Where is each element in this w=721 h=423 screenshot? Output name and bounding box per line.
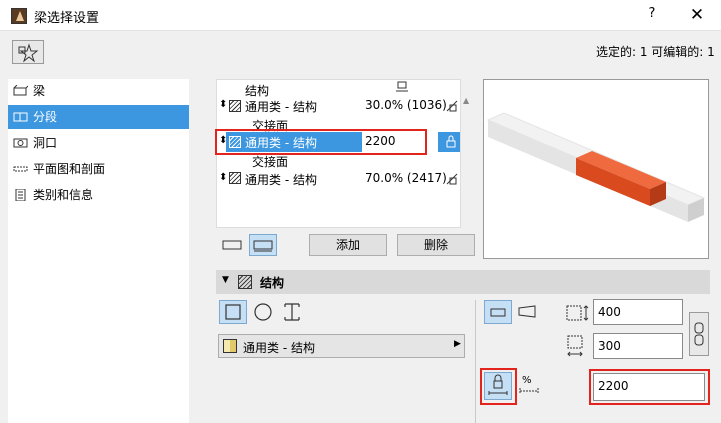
junction-label: 交接面 xyxy=(252,155,289,169)
chain-link-icon xyxy=(694,322,704,346)
sidebar-item-label: 梁 xyxy=(33,84,46,98)
floor-plan-icon xyxy=(13,166,28,172)
square-icon xyxy=(225,304,241,320)
title-bar: 梁选择设置 ? ✕ xyxy=(0,0,721,31)
view-segmented-button[interactable] xyxy=(249,234,277,256)
favorites-star-icon xyxy=(18,43,39,63)
dropdown-arrow-icon: ▶ xyxy=(454,339,461,349)
segment-value: 30.0% (1036) xyxy=(365,98,447,112)
complex-profile-button[interactable] xyxy=(279,300,305,324)
highlight-box-length-lock xyxy=(480,368,517,405)
percent-label: % xyxy=(522,375,532,386)
material-name: 通用类 - 结构 xyxy=(243,341,315,355)
beam-3d-preview-icon xyxy=(486,112,706,222)
beam-icon xyxy=(13,85,28,96)
highlight-box-length-field xyxy=(589,369,710,405)
segmented-beam-icon xyxy=(253,240,273,252)
sidebar-item-label: 洞口 xyxy=(33,136,58,150)
circular-profile-button[interactable] xyxy=(250,300,276,324)
view-uniform-button[interactable] xyxy=(219,234,245,256)
sidebar-item-classification[interactable]: 类别和信息 xyxy=(8,183,189,207)
sidebar-item-floor-plan-section[interactable]: 平面图和剖面 xyxy=(8,157,189,181)
lock-closed-icon[interactable] xyxy=(444,135,458,149)
structure-fill-icon xyxy=(229,172,241,184)
percent-mode-button[interactable]: % xyxy=(519,375,539,397)
sidebar-item-label: 平面图和剖面 xyxy=(33,162,106,176)
structure-fill-icon xyxy=(238,275,252,289)
sidebar-item-segments[interactable]: 分段 xyxy=(8,105,189,129)
column-header-structure: 结构 xyxy=(245,84,270,98)
structure-section-header[interactable]: ▼ 结构 xyxy=(216,270,710,294)
tapered-section-icon xyxy=(518,305,536,318)
highlight-box-selected-segment xyxy=(215,129,427,155)
i-beam-icon xyxy=(284,303,300,321)
move-handle-icon[interactable]: ⬍ xyxy=(219,99,227,110)
sidebar: 梁 分段 洞口 平面图和剖面 类别和信息 xyxy=(8,79,189,423)
circle-icon xyxy=(254,303,272,321)
help-button[interactable]: ? xyxy=(640,6,664,26)
sidebar-item-beam[interactable]: 梁 xyxy=(8,79,189,103)
segment-material: 通用类 - 结构 xyxy=(245,173,317,187)
beam-preview xyxy=(483,79,709,259)
sidebar-item-label: 类别和信息 xyxy=(33,188,94,202)
width-dimension-icon xyxy=(566,305,589,321)
collapse-chevron-icon[interactable]: ▼ xyxy=(222,275,229,285)
hole-icon xyxy=(13,138,28,148)
scroll-up-icon[interactable]: ▲ xyxy=(463,96,469,105)
app-icon xyxy=(11,8,27,24)
rectangle-section-icon xyxy=(490,308,506,317)
structure-fill-icon xyxy=(229,100,241,112)
height-field[interactable]: 300 xyxy=(593,333,683,359)
segment-material: 通用类 - 结构 xyxy=(245,100,317,114)
segment-value: 70.0% (2417) xyxy=(365,171,447,185)
lock-open-icon[interactable] xyxy=(445,99,459,113)
width-field[interactable]: 400 xyxy=(593,299,683,325)
percent-dimension-icon xyxy=(519,388,539,394)
document-icon xyxy=(15,189,26,201)
selection-status: 选定的: 1 可编辑的: 1 xyxy=(596,45,715,59)
favorites-button[interactable] xyxy=(12,40,44,64)
close-button[interactable]: ✕ xyxy=(684,4,710,26)
link-dimensions-button[interactable] xyxy=(689,312,709,356)
lock-open-icon[interactable] xyxy=(445,172,459,186)
section-title: 结构 xyxy=(260,276,285,290)
panel-divider xyxy=(475,300,476,423)
sidebar-item-label: 分段 xyxy=(33,110,58,124)
height-dimension-icon xyxy=(567,335,583,357)
rectangular-profile-button[interactable] xyxy=(219,300,247,324)
window-title: 梁选择设置 xyxy=(34,11,100,26)
add-segment-button[interactable]: 添加 xyxy=(309,234,387,256)
tapered-section-button[interactable] xyxy=(515,300,539,324)
building-material-dropdown[interactable]: 通用类 - 结构 ▶ xyxy=(218,334,465,358)
rectangular-section-button[interactable] xyxy=(484,300,512,324)
width-column-icon xyxy=(396,81,408,92)
rectangle-icon xyxy=(222,240,242,250)
sidebar-item-holes[interactable]: 洞口 xyxy=(8,131,189,155)
delete-segment-button[interactable]: 删除 xyxy=(397,234,475,256)
material-swatch-icon xyxy=(223,339,237,353)
segments-icon xyxy=(13,112,28,122)
move-handle-icon[interactable]: ⬍ xyxy=(219,172,227,183)
